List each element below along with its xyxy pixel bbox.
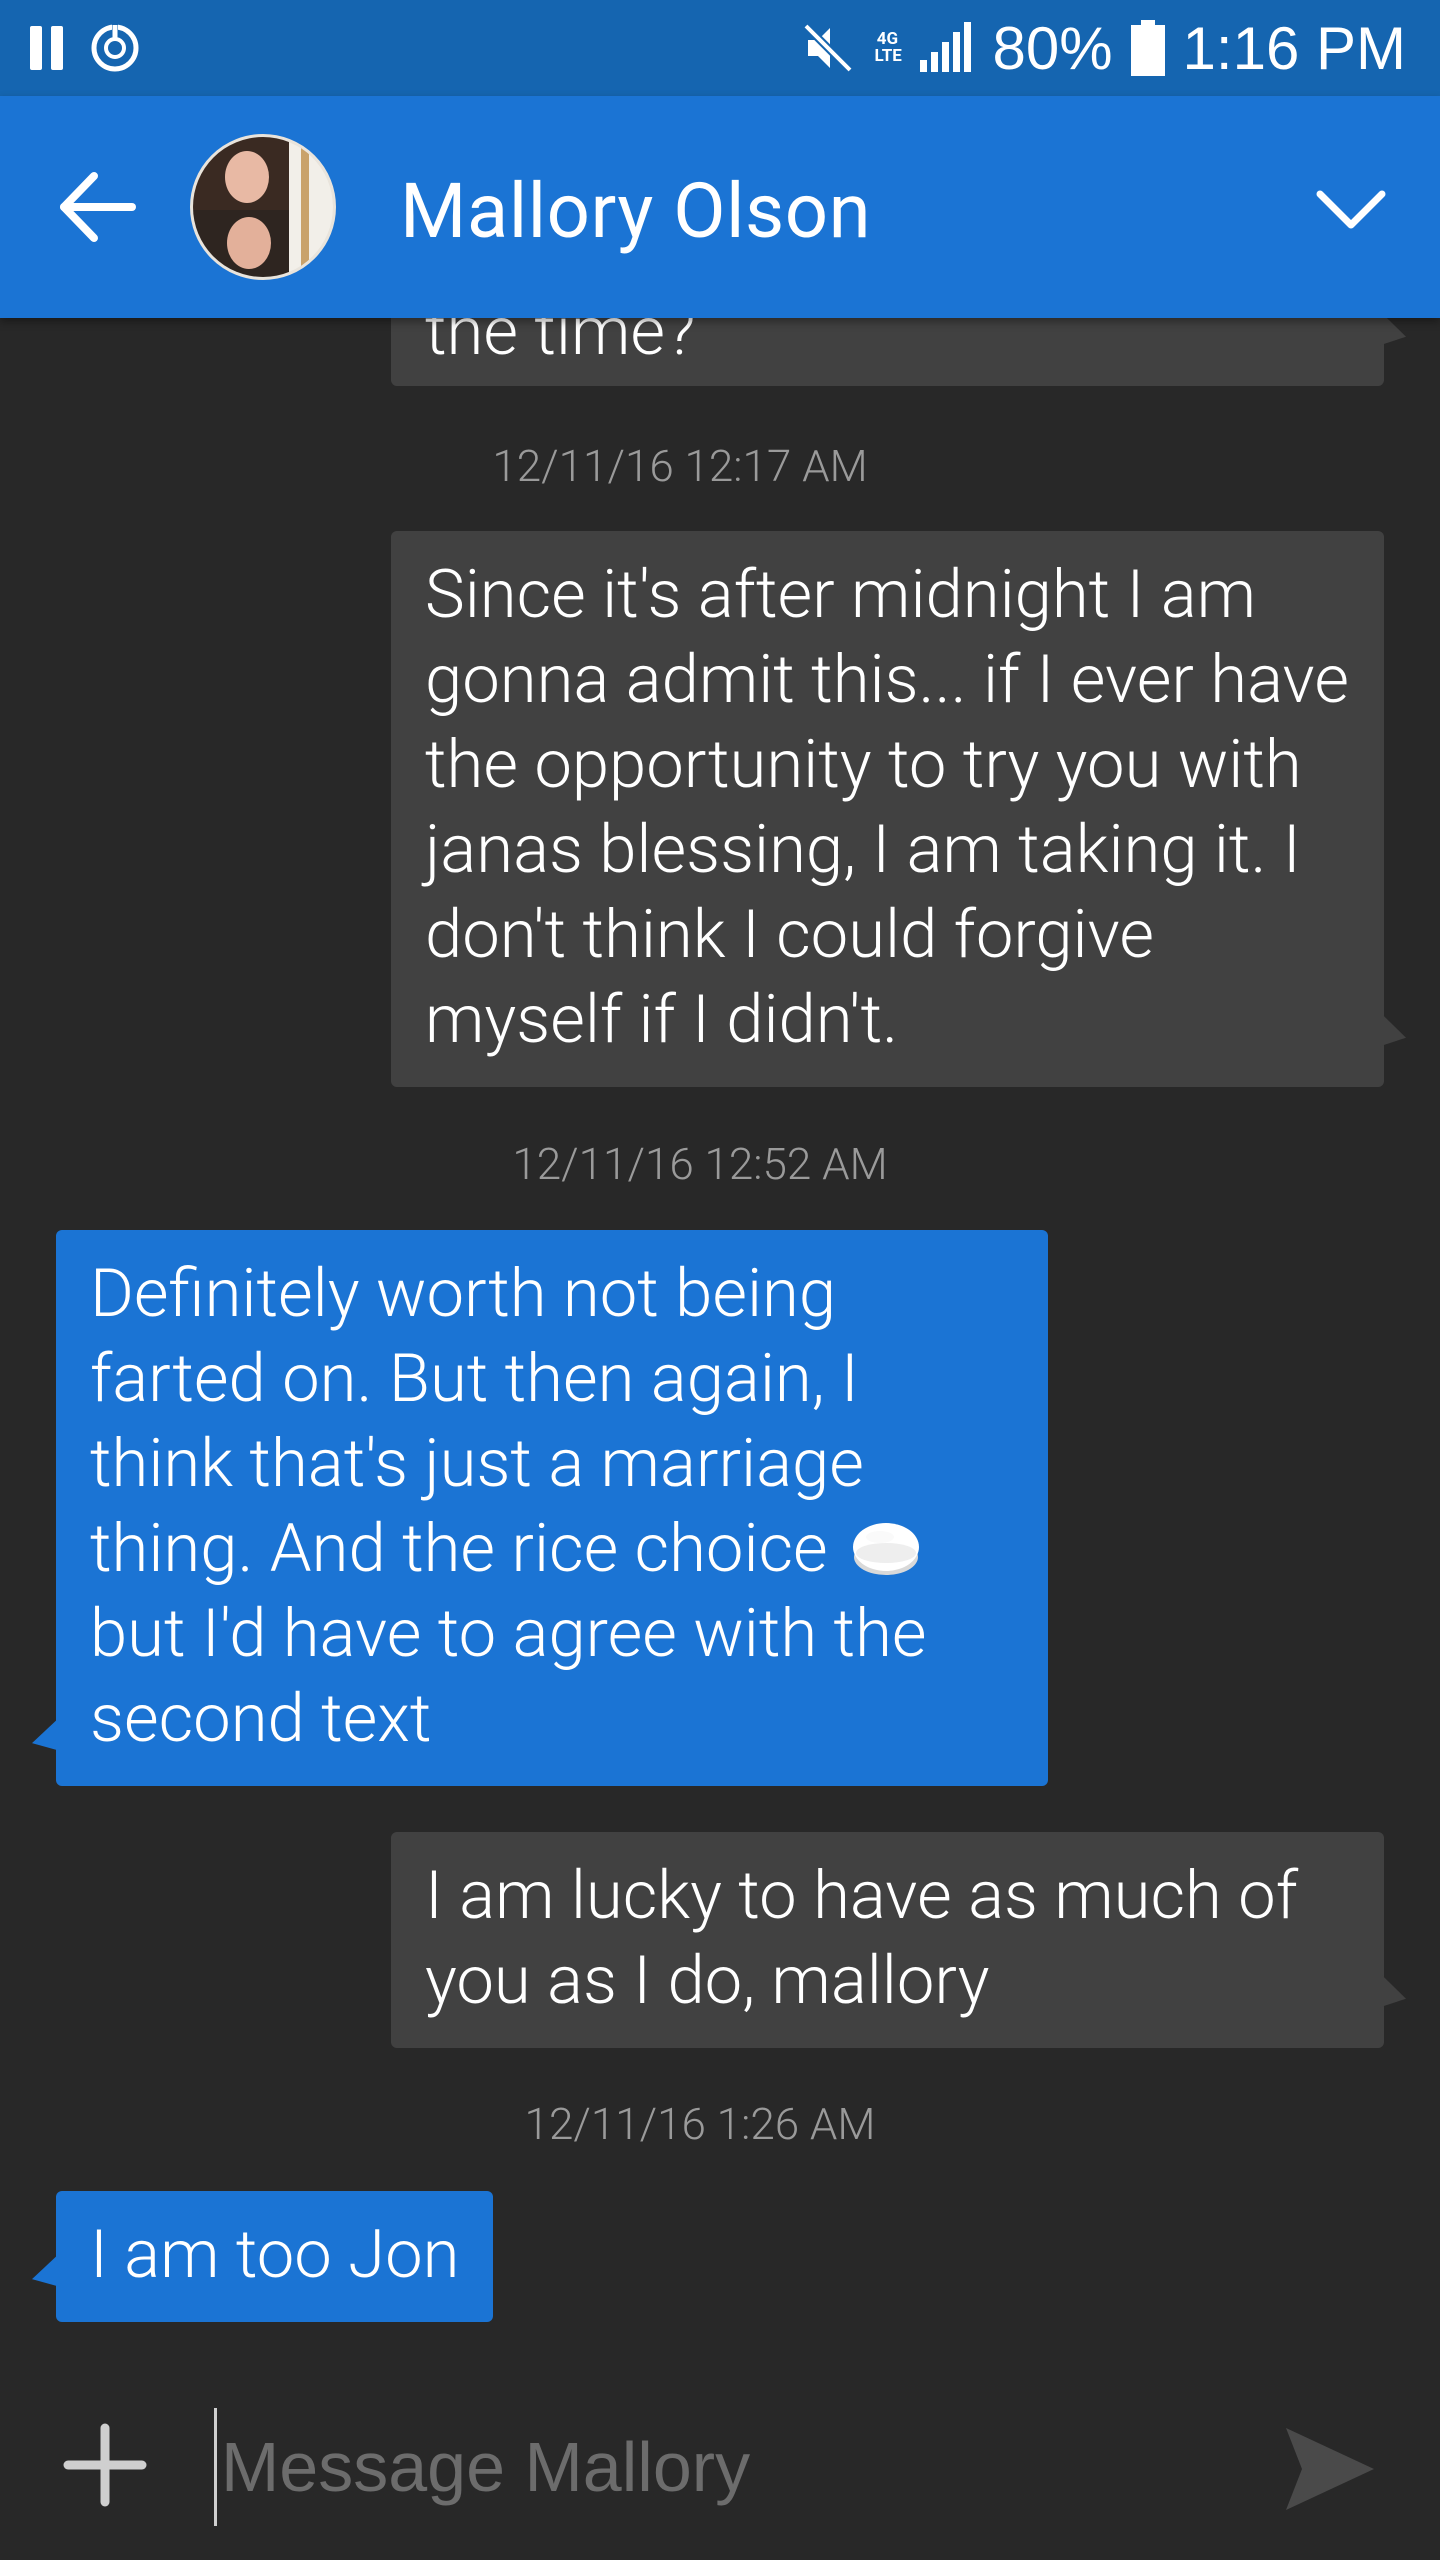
message-timestamp: 12/11/16 1:26 AM — [524, 2098, 876, 2150]
battery-icon — [1130, 20, 1165, 76]
message-text: I am lucky to have as much of you as I d… — [425, 1857, 1298, 2020]
message-timestamp: 12/11/16 12:17 AM — [492, 440, 868, 492]
message-text: Since it's after midnight I am gonna adm… — [425, 556, 1349, 1059]
message-composer — [0, 2380, 1440, 2560]
pause-notification-icon — [30, 26, 63, 70]
message-input[interactable] — [214, 2408, 1244, 2526]
signal-strength-icon — [920, 22, 972, 72]
back-arrow-icon[interactable] — [52, 162, 142, 252]
message-outgoing[interactable]: Since it's after midnight I am gonna adm… — [391, 531, 1384, 1087]
contact-avatar[interactable] — [190, 134, 336, 280]
message-outgoing[interactable]: the time? — [391, 318, 1384, 386]
contact-name[interactable]: Mallory Olson — [400, 166, 871, 256]
message-incoming[interactable]: Definitely worth not being farted on. Bu… — [56, 1230, 1048, 1786]
message-text: I am too Jon — [90, 2216, 460, 2294]
message-timestamp: 12/11/16 12:52 AM — [512, 1138, 888, 1190]
messaging-screen: 4G LTE 80% 1:16 PM Mallory Olson the tim… — [0, 0, 1440, 2560]
message-outgoing[interactable]: I am lucky to have as much of you as I d… — [391, 1832, 1384, 2048]
message-incoming[interactable]: I am too Jon — [56, 2191, 494, 2322]
status-bar: 4G LTE 80% 1:16 PM — [0, 0, 1440, 96]
chevron-down-icon[interactable] — [1306, 164, 1396, 254]
message-list[interactable]: the time? 12/11/16 12:17 AM Since it's a… — [0, 318, 1440, 2368]
conversation-header: Mallory Olson — [0, 96, 1440, 318]
avatar-photo-icon — [193, 137, 333, 277]
network-type-icon: 4G LTE — [874, 29, 902, 66]
battery-percent: 80% — [992, 14, 1113, 82]
rice-ball-emoji-icon — [850, 1515, 922, 1575]
status-bar-left — [30, 22, 141, 74]
message-text-continued: but I'd have to agree with the second te… — [90, 1595, 927, 1758]
message-text: Definitely worth not being farted on. Bu… — [90, 1255, 864, 1588]
send-icon[interactable] — [1282, 2424, 1378, 2514]
mute-icon — [803, 23, 854, 73]
plus-icon[interactable] — [62, 2422, 148, 2508]
status-bar-right: 4G LTE 80% 1:16 PM — [800, 14, 1406, 82]
data-saver-icon — [91, 22, 139, 72]
message-text: the time? — [425, 318, 696, 371]
clock: 1:16 PM — [1182, 14, 1406, 82]
